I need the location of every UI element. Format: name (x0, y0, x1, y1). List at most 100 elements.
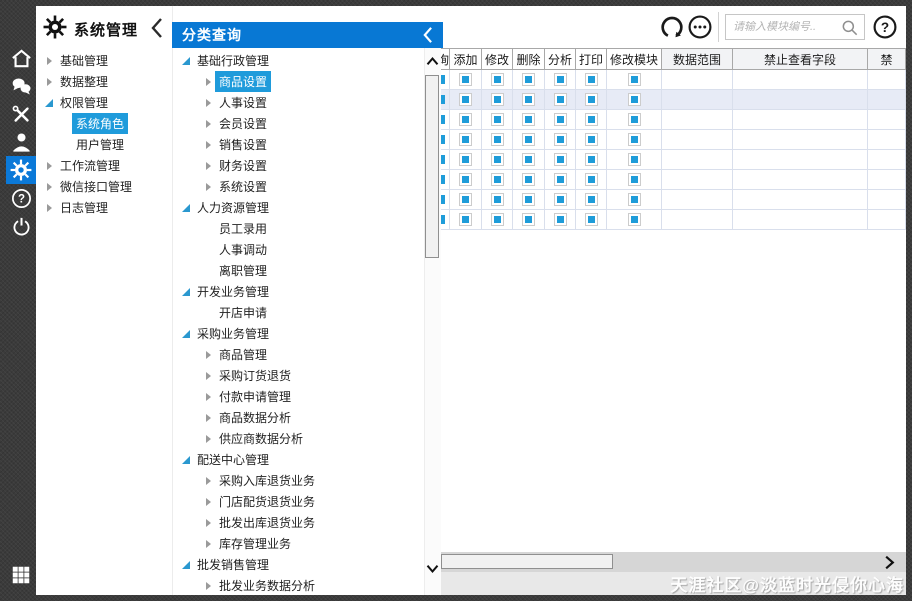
tree-item-15[interactable]: 采购订货退货 (173, 365, 424, 386)
permission-checkbox-cell[interactable] (576, 90, 607, 109)
permission-checkbox-cell[interactable] (607, 110, 662, 129)
checkbox-checked-icon[interactable] (459, 153, 472, 166)
expanded-triangle-icon[interactable] (179, 56, 193, 65)
nav-collapse-chevron-icon[interactable] (148, 16, 166, 45)
tree-item-11[interactable]: 开发业务管理 (173, 281, 424, 302)
checkbox-checked-icon[interactable] (490, 93, 504, 106)
checkbox-checked-icon[interactable] (584, 213, 598, 226)
permission-checkbox-cell[interactable] (576, 70, 607, 89)
permission-checkbox-cell[interactable] (482, 210, 513, 229)
column-header-8[interactable]: 禁止查看字段 (733, 49, 868, 69)
collapsed-triangle-icon[interactable] (42, 203, 56, 212)
tree-item-25[interactable]: 批发业务数据分析 (173, 575, 424, 596)
checkbox-checked-icon[interactable] (553, 133, 567, 146)
collapsed-triangle-icon[interactable] (201, 497, 215, 506)
permission-checkbox-cell[interactable] (441, 70, 450, 89)
collapsed-triangle-icon[interactable] (201, 518, 215, 527)
checkbox-checked-icon[interactable] (584, 73, 598, 86)
checkbox-checked-icon[interactable] (522, 173, 535, 186)
nav-item-0[interactable]: 基础管理 (36, 50, 172, 71)
checkbox-checked-icon[interactable] (522, 213, 535, 226)
tree-item-24[interactable]: 批发销售管理 (173, 554, 424, 575)
permission-checkbox-cell[interactable] (450, 130, 482, 149)
collapsed-triangle-icon[interactable] (201, 161, 215, 170)
tree-vertical-scrollbar[interactable] (424, 6, 441, 595)
vscroll-thumb[interactable] (425, 75, 439, 258)
hscroll-thumb[interactable] (441, 554, 613, 569)
module-search-input[interactable] (733, 21, 841, 33)
permission-checkbox-cell[interactable] (576, 190, 607, 209)
permission-checkbox-cell[interactable] (441, 130, 450, 149)
checkbox-checked-icon[interactable] (490, 73, 504, 86)
table-row[interactable] (441, 130, 906, 150)
permission-checkbox-cell[interactable] (545, 110, 576, 129)
collapsed-triangle-icon[interactable] (201, 434, 215, 443)
expanded-triangle-icon[interactable] (179, 287, 193, 296)
permission-checkbox-cell[interactable] (482, 110, 513, 129)
collapsed-triangle-icon[interactable] (201, 581, 215, 590)
permission-checkbox-cell[interactable] (441, 210, 450, 229)
nav-item-6[interactable]: 微信接口管理 (36, 176, 172, 197)
checkbox-checked-icon[interactable] (584, 133, 598, 146)
column-header-0[interactable]: 询 (441, 49, 450, 69)
tree-item-1[interactable]: 商品设置 (173, 71, 424, 92)
column-header-9[interactable]: 禁 (868, 49, 906, 69)
tree-item-20[interactable]: 采购入库退货业务 (173, 470, 424, 491)
checkbox-checked-icon[interactable] (490, 193, 504, 206)
nav-item-4[interactable]: 用户管理 (36, 134, 172, 155)
checkbox-checked-icon[interactable] (553, 213, 567, 226)
tree-item-5[interactable]: 财务设置 (173, 155, 424, 176)
permission-checkbox-cell[interactable] (607, 190, 662, 209)
table-row[interactable] (441, 70, 906, 90)
permission-checkbox-cell[interactable] (513, 90, 545, 109)
table-row[interactable] (441, 210, 906, 230)
tree-item-18[interactable]: 供应商数据分析 (173, 428, 424, 449)
permission-checkbox-cell[interactable] (450, 110, 482, 129)
checkbox-checked-icon[interactable] (627, 153, 641, 166)
tree-item-14[interactable]: 商品管理 (173, 344, 424, 365)
table-row[interactable] (441, 150, 906, 170)
table-row[interactable] (441, 90, 906, 110)
tree-item-17[interactable]: 商品数据分析 (173, 407, 424, 428)
permission-checkbox-cell[interactable] (576, 130, 607, 149)
checkbox-checked-icon[interactable] (522, 133, 535, 146)
apps-grid-icon[interactable] (6, 561, 36, 589)
checkbox-checked-icon[interactable] (553, 73, 567, 86)
permission-checkbox-cell[interactable] (450, 90, 482, 109)
table-row[interactable] (441, 170, 906, 190)
checkbox-checked-icon[interactable] (553, 93, 567, 106)
collapsed-triangle-icon[interactable] (201, 98, 215, 107)
tree-collapse-chevron-icon[interactable] (421, 26, 434, 44)
tree-item-13[interactable]: 采购业务管理 (173, 323, 424, 344)
tree-item-3[interactable]: 会员设置 (173, 113, 424, 134)
permission-checkbox-cell[interactable] (545, 210, 576, 229)
collapsed-triangle-icon[interactable] (201, 182, 215, 191)
expanded-triangle-icon[interactable] (179, 560, 193, 569)
column-header-2[interactable]: 修改 (482, 49, 513, 69)
checkbox-checked-icon[interactable] (459, 213, 472, 226)
help-icon[interactable]: ? (871, 13, 899, 41)
tree-item-23[interactable]: 库存管理业务 (173, 533, 424, 554)
permission-checkbox-cell[interactable] (441, 170, 450, 189)
checkbox-checked-icon[interactable] (490, 213, 504, 226)
permission-checkbox-cell[interactable] (545, 170, 576, 189)
collapsed-triangle-icon[interactable] (42, 161, 56, 170)
collapsed-triangle-icon[interactable] (201, 476, 215, 485)
permission-checkbox-cell[interactable] (450, 170, 482, 189)
permission-checkbox-cell[interactable] (513, 130, 545, 149)
checkbox-checked-icon[interactable] (627, 93, 641, 106)
checkbox-checked-icon[interactable] (459, 93, 472, 106)
permission-checkbox-cell[interactable] (576, 170, 607, 189)
permission-checkbox-cell[interactable] (545, 70, 576, 89)
checkbox-checked-icon[interactable] (553, 153, 567, 166)
column-header-3[interactable]: 删除 (513, 49, 545, 69)
checkbox-checked-icon[interactable] (522, 193, 535, 206)
collapsed-triangle-icon[interactable] (42, 182, 56, 191)
tree-item-6[interactable]: 系统设置 (173, 176, 424, 197)
collapsed-triangle-icon[interactable] (42, 77, 56, 86)
tree-item-16[interactable]: 付款申请管理 (173, 386, 424, 407)
nav-item-1[interactable]: 数据整理 (36, 71, 172, 92)
collapsed-triangle-icon[interactable] (201, 392, 215, 401)
more-ellipsis-icon[interactable] (686, 13, 714, 41)
settings-icon[interactable] (6, 156, 36, 184)
